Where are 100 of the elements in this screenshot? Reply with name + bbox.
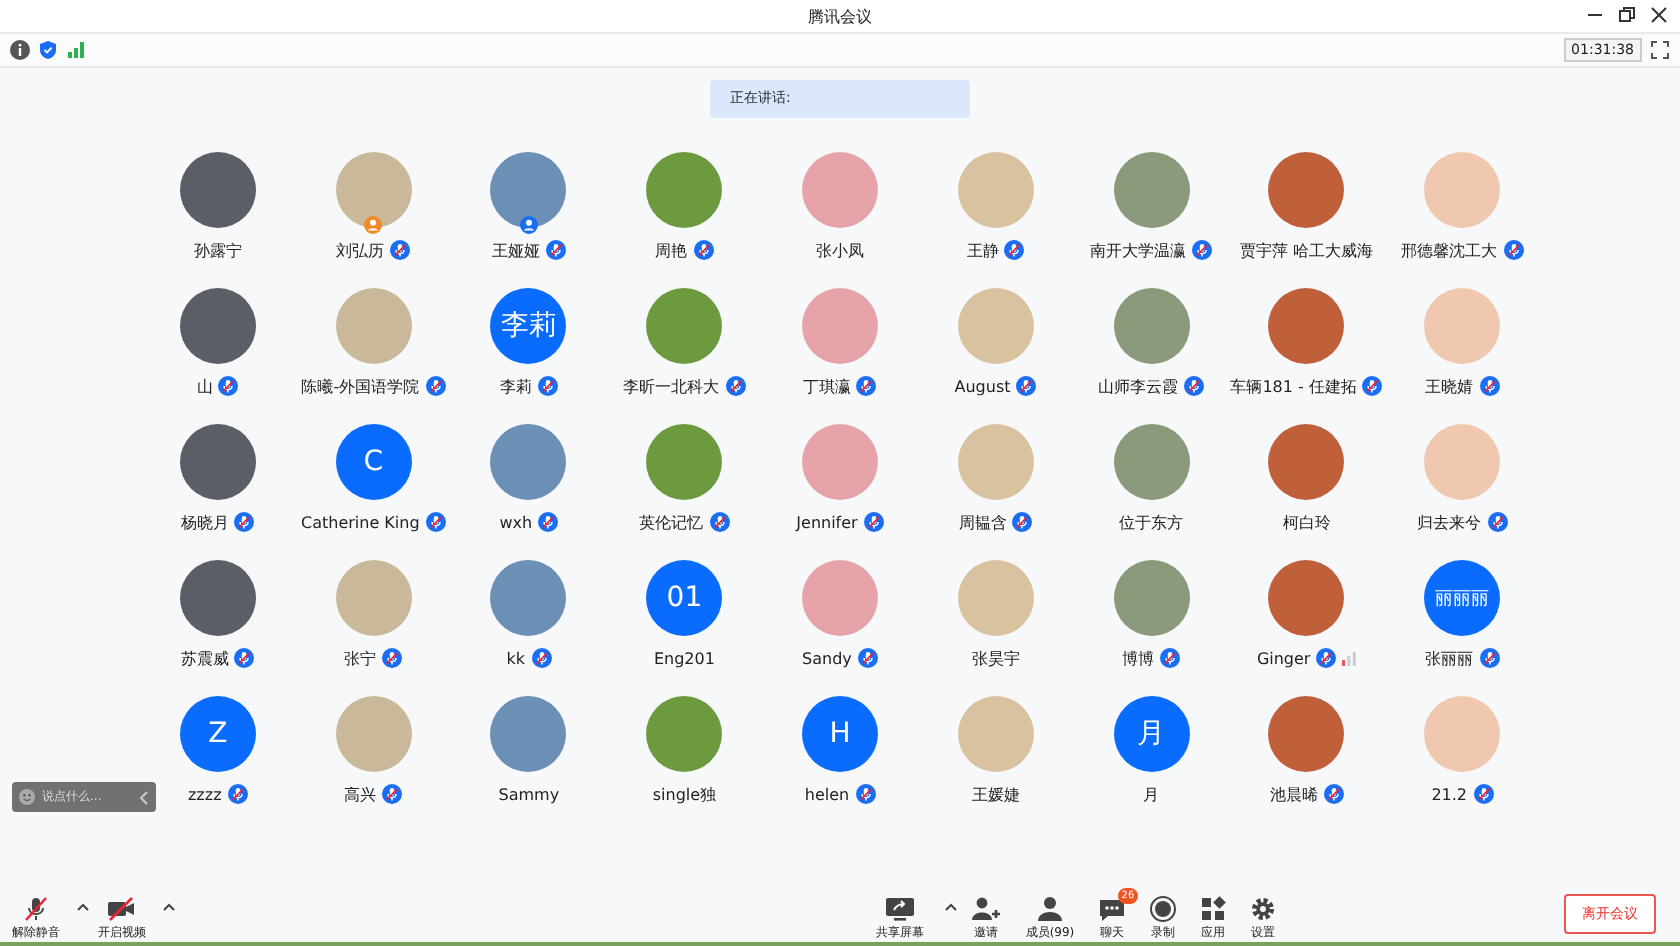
participant-name: 刘弘历 [336,239,385,261]
participant-name: 苏震威 [180,647,229,669]
participant-name: 高兴 [344,783,377,805]
participant-name: helen [804,785,850,803]
avatar-photo-placeholder [179,560,256,636]
participant-name: 王媛婕 [971,783,1020,805]
participant-name: Ginger [1256,649,1311,667]
close-icon[interactable] [1650,6,1668,24]
avatar-photo-placeholder [801,288,878,364]
add-person-icon [969,895,1002,921]
smiley-icon[interactable] [18,788,36,806]
participant-name: Jennifer [796,513,858,531]
avatar-photo-placeholder [957,560,1034,636]
avatar-photo-placeholder [179,288,256,364]
avatar-initials: H [801,696,878,772]
participant-name: 王娅娅 [491,239,540,261]
avatar-initials: 李莉 [490,288,567,364]
participant-name: zzzz [187,785,222,803]
avatar-photo-placeholder [1113,424,1190,500]
participant-name: 陈曦-外国语学院 [301,375,420,397]
participant-name: single独 [652,783,717,805]
avatar-photo-placeholder [801,152,878,228]
shield-icon[interactable] [38,40,58,60]
participant-name: 周艳 [655,239,688,261]
participant-name: 张宁 [344,647,377,669]
participant-name: 英伦记忆 [639,511,704,533]
avatar-photo-placeholder [1113,152,1190,228]
participant-name: 博博 [1122,647,1155,669]
participant-name: 杨晓月 [180,511,229,533]
participant-name: 池晨晞 [1269,783,1318,805]
caret-icon[interactable] [162,901,176,911]
participant-name: 山师李云霞 [1098,375,1179,397]
avatar-photo-placeholder [1268,424,1345,500]
record-icon [1150,895,1177,921]
camera-off-icon [106,895,138,921]
participant-name: Sandy [802,649,852,667]
muted-mic-icon [22,895,50,921]
collapse-chevron-icon[interactable] [138,789,150,805]
participant-name: 张昊宇 [971,647,1020,669]
participant-name: 车辆181 - 任建拓 [1230,375,1357,397]
participant-name: Catherine King [301,513,420,531]
avatar-photo-placeholder [1113,288,1190,364]
person-icon [1035,895,1064,921]
participant-name: wxh [499,513,533,531]
participant-name: 王静 [966,239,999,261]
participant-name: 21.2 [1431,785,1468,803]
participant-name: 丁琪瀛 [802,375,851,397]
avatar-photo-placeholder [646,424,723,500]
participant-name: 山 [196,375,213,397]
signal-icon[interactable] [66,40,86,60]
avatar-photo-placeholder [335,288,412,364]
avatar-photo-placeholder [179,424,256,500]
avatar-photo-placeholder [801,560,878,636]
avatar-initials: 01 [646,560,723,636]
participant-name: 月 [1143,783,1160,805]
avatar-photo-placeholder [646,152,723,228]
avatar-photo-placeholder [1268,560,1345,636]
avatar-initials: Z [179,696,256,772]
avatar-photo-placeholder [1268,288,1345,364]
avatar-photo-placeholder [646,696,723,772]
fullscreen-icon[interactable] [1650,40,1670,60]
caret-icon[interactable] [76,901,90,911]
avatar-photo-placeholder [1424,696,1501,772]
avatar-photo-placeholder [335,152,412,228]
avatar-photo-placeholder [490,560,567,636]
avatar-photo-placeholder [490,152,567,228]
avatar-photo-placeholder [1268,696,1345,772]
restore-icon[interactable] [1618,6,1636,24]
participant-name: 张小凤 [815,239,864,261]
avatar-photo-placeholder [1424,288,1501,364]
participant-name: August [954,377,1011,395]
caret-icon[interactable] [943,901,958,911]
avatar-initials: 丽丽丽 [1424,560,1501,636]
avatar-photo-placeholder [957,424,1034,500]
participant-name: 李昕一北科大 [623,375,720,397]
avatar-photo-placeholder [1268,152,1345,228]
avatar-photo-placeholder [1424,152,1501,228]
avatar-photo-placeholder [335,696,412,772]
avatar-photo-placeholder [1113,560,1190,636]
window-title: 腾讯会议 [808,5,872,27]
participant-name: 王晓婧 [1425,375,1474,397]
info-icon[interactable] [10,40,30,60]
participant-name: 贾宇萍 哈工大威海 [1240,239,1374,261]
avatar-photo-placeholder [957,696,1034,772]
avatar-initials: C [335,424,412,500]
settings-icon [1250,895,1277,921]
avatar-initials: 月 [1113,696,1190,772]
apps-grid-icon [1200,895,1227,921]
participant-name: kk [506,649,526,667]
avatar-photo-placeholder [801,424,878,500]
avatar-photo-placeholder [1424,424,1501,500]
chat-bubble-icon [1098,895,1127,921]
participant-name: 孙露宁 [193,239,242,261]
avatar-photo-placeholder [490,696,567,772]
participant-name: 李莉 [499,375,532,397]
avatar-photo-placeholder [646,288,723,364]
participant-name: Sammy [498,785,560,803]
participant-name: 南开大学温瀛 [1090,239,1187,261]
avatar-photo-placeholder [957,288,1034,364]
participant-name: Eng201 [653,649,715,667]
